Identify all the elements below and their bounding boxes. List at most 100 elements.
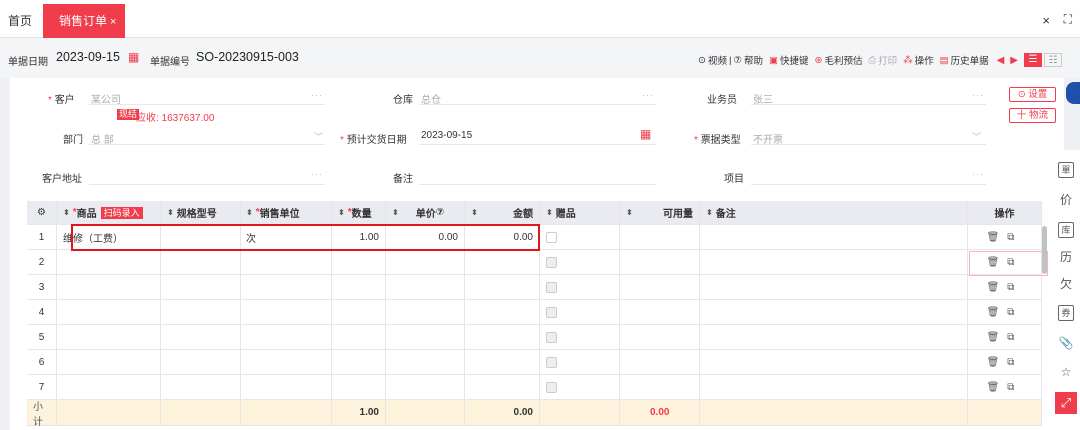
close-icon[interactable]: × <box>1042 13 1050 28</box>
gift-checkbox[interactable] <box>546 306 557 318</box>
stock-icon[interactable]: 库 <box>1058 222 1074 238</box>
amount-cell[interactable] <box>465 375 540 399</box>
remark-cell[interactable] <box>700 375 968 399</box>
price-icon[interactable]: 价 <box>1058 192 1074 208</box>
unit-cell[interactable] <box>240 325 332 349</box>
print-button[interactable]: ⎙ 打印 <box>868 53 897 68</box>
spec-cell[interactable] <box>161 300 241 324</box>
price-cell[interactable] <box>386 250 465 274</box>
copy-icon[interactable]: ⧉ <box>1007 232 1022 243</box>
spec-cell[interactable] <box>161 250 241 274</box>
remark-cell[interactable] <box>700 350 968 374</box>
amount-cell[interactable] <box>465 250 540 274</box>
salesman-more-icon[interactable]: ··· <box>972 90 984 100</box>
qty-cell[interactable] <box>332 375 386 399</box>
amount-cell[interactable] <box>465 325 540 349</box>
prev-icon[interactable]: ◀ <box>997 55 1005 66</box>
history-side-icon[interactable]: 历 <box>1058 249 1074 265</box>
amount-cell[interactable] <box>465 275 540 299</box>
assistant-avatar[interactable] <box>1066 82 1080 104</box>
spec-cell[interactable] <box>161 325 241 349</box>
owe-icon[interactable]: 欠 <box>1058 276 1074 292</box>
price-cell[interactable] <box>386 350 465 374</box>
expand-icon[interactable]: ⤢ <box>1055 392 1077 414</box>
delete-icon[interactable]: 🗑 <box>987 307 1008 318</box>
fullscreen-icon[interactable]: ⛶ <box>1064 12 1072 27</box>
logistics-button[interactable]: 十 物流 <box>1009 108 1056 123</box>
help-button[interactable]: ⑦ 帮助 <box>733 53 763 68</box>
spec-cell[interactable] <box>161 350 241 374</box>
tab-sales-order[interactable]: 销售订单 × <box>43 4 125 38</box>
delivery-field[interactable]: 2023-09-15 <box>421 130 472 141</box>
attachment-icon[interactable]: 📎 <box>1058 335 1074 351</box>
remark-cell[interactable] <box>700 325 968 349</box>
delete-icon[interactable]: 🗑 <box>987 382 1008 393</box>
next-icon[interactable]: ▶ <box>1010 55 1018 66</box>
item-cell[interactable] <box>57 250 161 274</box>
delete-icon[interactable]: 🗑 <box>987 332 1008 343</box>
gift-checkbox[interactable] <box>546 381 557 393</box>
qty-cell[interactable] <box>332 350 386 374</box>
list-view-icon[interactable]: ☰ <box>1024 53 1042 67</box>
note-field[interactable] <box>419 184 656 185</box>
video-button[interactable]: ⊙ 视频 <box>698 53 727 68</box>
copy-icon[interactable]: ⧉ <box>1007 332 1022 343</box>
delivery-calendar-icon[interactable]: ▦ <box>640 127 651 141</box>
remark-cell[interactable] <box>700 225 968 249</box>
copy-icon[interactable]: ⧉ <box>1007 282 1022 293</box>
star-icon[interactable]: ☆ <box>1058 364 1074 380</box>
unit-cell[interactable] <box>240 350 332 374</box>
price-cell[interactable] <box>386 300 465 324</box>
tab-close-icon[interactable]: × <box>110 16 116 28</box>
profit-button[interactable]: ⊛ 毛利预估 <box>814 53 862 68</box>
detail-view-icon[interactable]: ☷ <box>1044 53 1062 67</box>
ops-button[interactable]: ⁂ 操作 <box>903 53 934 68</box>
copy-icon[interactable]: ⧉ <box>1007 382 1022 393</box>
calendar-icon[interactable]: ▦ <box>128 50 139 64</box>
unit-cell[interactable] <box>240 250 332 274</box>
qty-cell[interactable] <box>332 325 386 349</box>
remark-cell[interactable] <box>700 250 968 274</box>
project-field[interactable] <box>751 184 986 185</box>
copy-icon[interactable]: ⧉ <box>1007 357 1022 368</box>
price-cell[interactable] <box>386 275 465 299</box>
warehouse-more-icon[interactable]: ··· <box>642 90 654 100</box>
customer-more-icon[interactable]: ··· <box>311 90 323 100</box>
spec-cell[interactable] <box>161 375 241 399</box>
delete-icon[interactable]: 🗑 <box>987 357 1008 368</box>
delete-icon[interactable]: 🗑 <box>987 282 1008 293</box>
item-cell[interactable] <box>57 275 161 299</box>
table-scrollbar[interactable] <box>1042 226 1047 274</box>
scan-button[interactable]: 扫码录入 <box>100 206 143 219</box>
col-settings[interactable]: ⚙ <box>27 201 57 224</box>
qty-cell[interactable] <box>332 250 386 274</box>
shortcut-button[interactable]: ▣ 快捷键 <box>769 53 809 68</box>
delete-icon[interactable]: 🗑 <box>987 232 1008 243</box>
gift-checkbox[interactable] <box>546 356 557 368</box>
date-value[interactable]: 2023-09-15 <box>56 50 120 64</box>
amount-cell[interactable] <box>465 300 540 324</box>
dept-dropdown-icon[interactable]: ﹀ <box>314 130 323 143</box>
gift-checkbox[interactable] <box>546 331 557 343</box>
project-more-icon[interactable]: ··· <box>972 169 984 179</box>
remark-cell[interactable] <box>700 275 968 299</box>
address-field[interactable] <box>89 184 325 185</box>
qty-cell[interactable] <box>332 275 386 299</box>
item-cell[interactable] <box>57 350 161 374</box>
spec-cell[interactable] <box>161 275 241 299</box>
item-cell[interactable] <box>57 300 161 324</box>
document-icon[interactable]: 單 <box>1058 162 1074 178</box>
settings-gear-icon[interactable]: ⚙ <box>37 207 46 218</box>
price-cell[interactable] <box>386 375 465 399</box>
remark-cell[interactable] <box>700 300 968 324</box>
unit-cell[interactable] <box>240 275 332 299</box>
settings-button[interactable]: ⊙ 设置 <box>1009 87 1056 102</box>
coupon-icon[interactable]: 券 <box>1058 305 1074 321</box>
tab-home[interactable]: 首页 <box>8 12 32 29</box>
gift-checkbox[interactable] <box>546 231 557 243</box>
amount-cell[interactable] <box>465 350 540 374</box>
qty-cell[interactable] <box>332 300 386 324</box>
item-cell[interactable] <box>57 375 161 399</box>
price-cell[interactable] <box>386 325 465 349</box>
address-more-icon[interactable]: ··· <box>311 169 323 179</box>
